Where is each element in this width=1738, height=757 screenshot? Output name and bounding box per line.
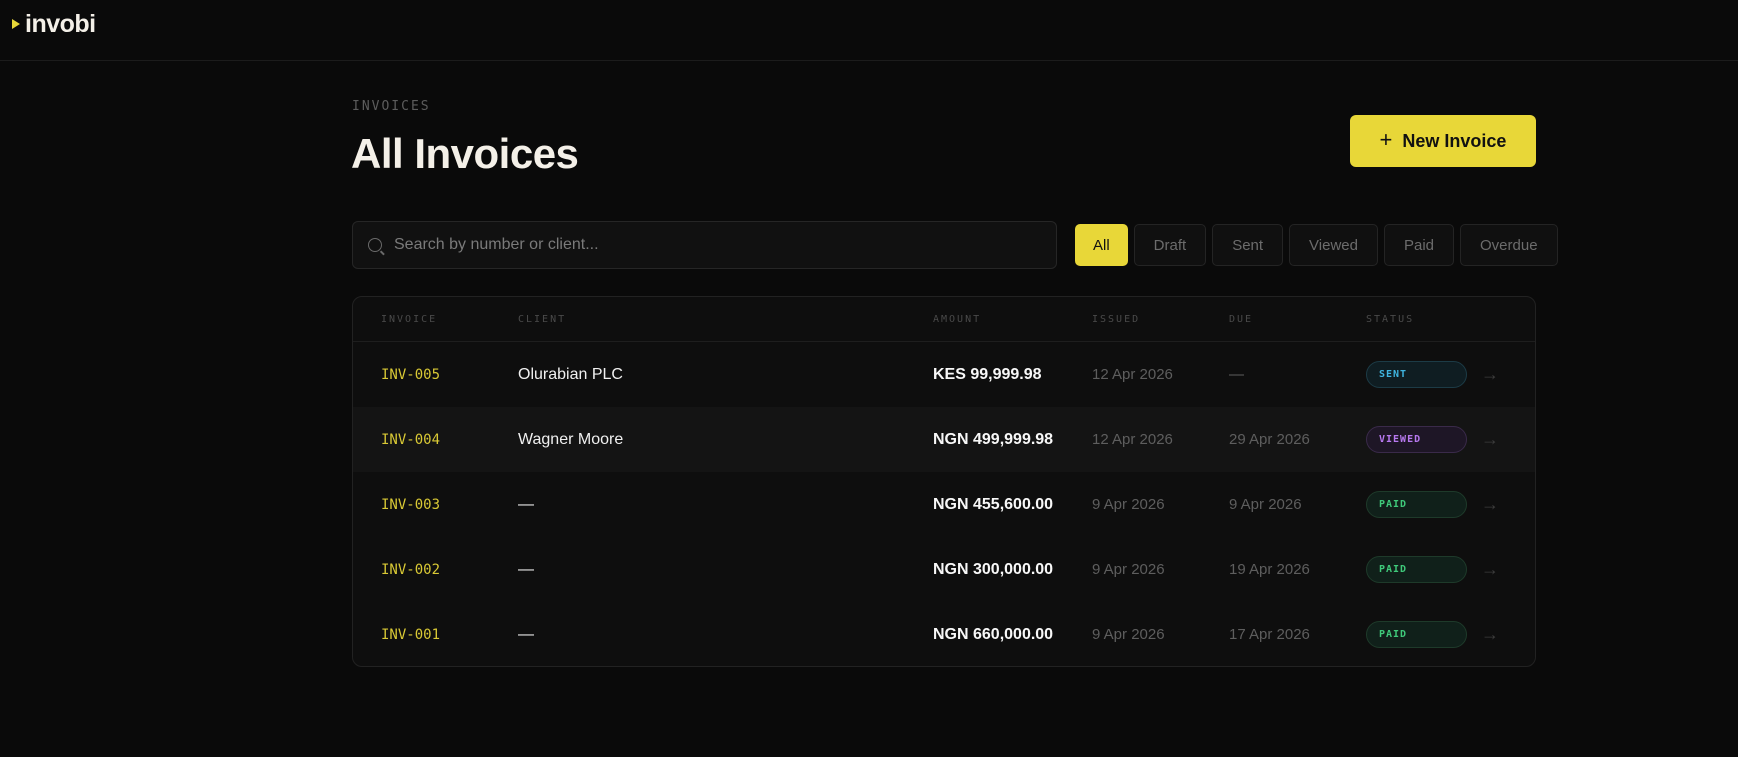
- client-name: Olurabian PLC: [518, 365, 623, 383]
- client-name: —: [518, 625, 534, 643]
- play-triangle-icon: [12, 19, 20, 29]
- status-cell: PAID: [1366, 472, 1467, 537]
- arrow-right-icon[interactable]: →: [1481, 472, 1499, 537]
- plus-icon: +: [1379, 127, 1393, 152]
- issued-date: 9 Apr 2026: [1092, 496, 1165, 513]
- filter-viewed[interactable]: Viewed: [1289, 224, 1378, 266]
- client-name: —: [518, 495, 534, 513]
- filter-overdue[interactable]: Overdue: [1460, 224, 1558, 266]
- status-badge: PAID: [1366, 621, 1467, 648]
- issued-date: 9 Apr 2026: [1092, 626, 1165, 643]
- client-name: Wagner Moore: [518, 430, 624, 448]
- invoice-number[interactable]: INV-002: [381, 537, 440, 602]
- due-date: 17 Apr 2026: [1229, 626, 1310, 643]
- search-input[interactable]: [394, 236, 1056, 254]
- column-header-amount: AMOUNT: [933, 314, 982, 325]
- status-cell: SENT: [1366, 342, 1467, 407]
- column-header-due: DUE: [1229, 314, 1254, 325]
- status-cell: PAID: [1366, 602, 1467, 666]
- arrow-right-icon[interactable]: →: [1481, 537, 1499, 602]
- status-badge: PAID: [1366, 491, 1467, 518]
- arrow-right-icon[interactable]: →: [1481, 342, 1499, 407]
- filter-sent[interactable]: Sent: [1212, 224, 1284, 266]
- filter-paid[interactable]: Paid: [1383, 224, 1455, 266]
- status-filter-tabs: All Draft Sent Viewed Paid Overdue: [1075, 224, 1558, 266]
- page-eyebrow: INVOICES: [352, 99, 431, 114]
- table-row[interactable]: INV-001 — NGN 660,000.00 9 Apr 2026 17 A…: [353, 602, 1535, 666]
- client-name: —: [518, 560, 534, 578]
- column-header-status: STATUS: [1366, 314, 1415, 325]
- filter-draft[interactable]: Draft: [1133, 224, 1207, 266]
- due-date: 29 Apr 2026: [1229, 431, 1310, 448]
- due-date: 9 Apr 2026: [1229, 496, 1302, 513]
- invoice-number[interactable]: INV-004: [381, 407, 440, 472]
- column-header-invoice: INVOICE: [381, 314, 438, 325]
- status-badge: PAID: [1366, 556, 1467, 583]
- issued-date: 12 Apr 2026: [1092, 431, 1173, 448]
- column-header-issued: ISSUED: [1092, 314, 1141, 325]
- invoice-amount: NGN 300,000.00: [933, 560, 1054, 578]
- status-cell: VIEWED: [1366, 407, 1467, 472]
- table-row[interactable]: INV-003 — NGN 455,600.00 9 Apr 2026 9 Ap…: [353, 472, 1535, 537]
- invoice-amount: NGN 455,600.00: [933, 495, 1054, 513]
- invoices-table: INVOICE CLIENT AMOUNT ISSUED DUE STATUS …: [352, 296, 1536, 667]
- due-date: 19 Apr 2026: [1229, 561, 1310, 578]
- arrow-right-icon[interactable]: →: [1481, 602, 1499, 666]
- invoice-number[interactable]: INV-005: [381, 342, 440, 407]
- table-row[interactable]: INV-004 Wagner Moore NGN 499,999.98 12 A…: [353, 407, 1535, 472]
- table-row[interactable]: INV-005 Olurabian PLC KES 99,999.98 12 A…: [353, 342, 1535, 407]
- top-bar: invobi: [0, 0, 1738, 61]
- new-invoice-button[interactable]: + New Invoice: [1350, 115, 1536, 167]
- page-title: All Invoices: [351, 130, 579, 177]
- app-logo[interactable]: invobi: [12, 9, 96, 39]
- issued-date: 9 Apr 2026: [1092, 561, 1165, 578]
- table-row[interactable]: INV-002 — NGN 300,000.00 9 Apr 2026 19 A…: [353, 537, 1535, 602]
- search-box: [352, 221, 1057, 269]
- invoice-amount: KES 99,999.98: [933, 365, 1042, 383]
- search-icon: [368, 238, 382, 252]
- table-header: INVOICE CLIENT AMOUNT ISSUED DUE STATUS: [353, 297, 1535, 342]
- filter-all[interactable]: All: [1075, 224, 1128, 266]
- status-badge: SENT: [1366, 361, 1467, 388]
- invoice-number[interactable]: INV-003: [381, 472, 440, 537]
- invoice-amount: NGN 499,999.98: [933, 430, 1054, 448]
- invoice-number[interactable]: INV-001: [381, 602, 440, 666]
- column-header-client: CLIENT: [518, 314, 567, 325]
- new-invoice-label: New Invoice: [1402, 130, 1507, 151]
- logo-text: invobi: [25, 9, 96, 38]
- issued-date: 12 Apr 2026: [1092, 366, 1173, 383]
- invoice-amount: NGN 660,000.00: [933, 625, 1054, 643]
- status-cell: PAID: [1366, 537, 1467, 602]
- status-badge: VIEWED: [1366, 426, 1467, 453]
- due-date: —: [1229, 366, 1244, 383]
- arrow-right-icon[interactable]: →: [1481, 407, 1499, 472]
